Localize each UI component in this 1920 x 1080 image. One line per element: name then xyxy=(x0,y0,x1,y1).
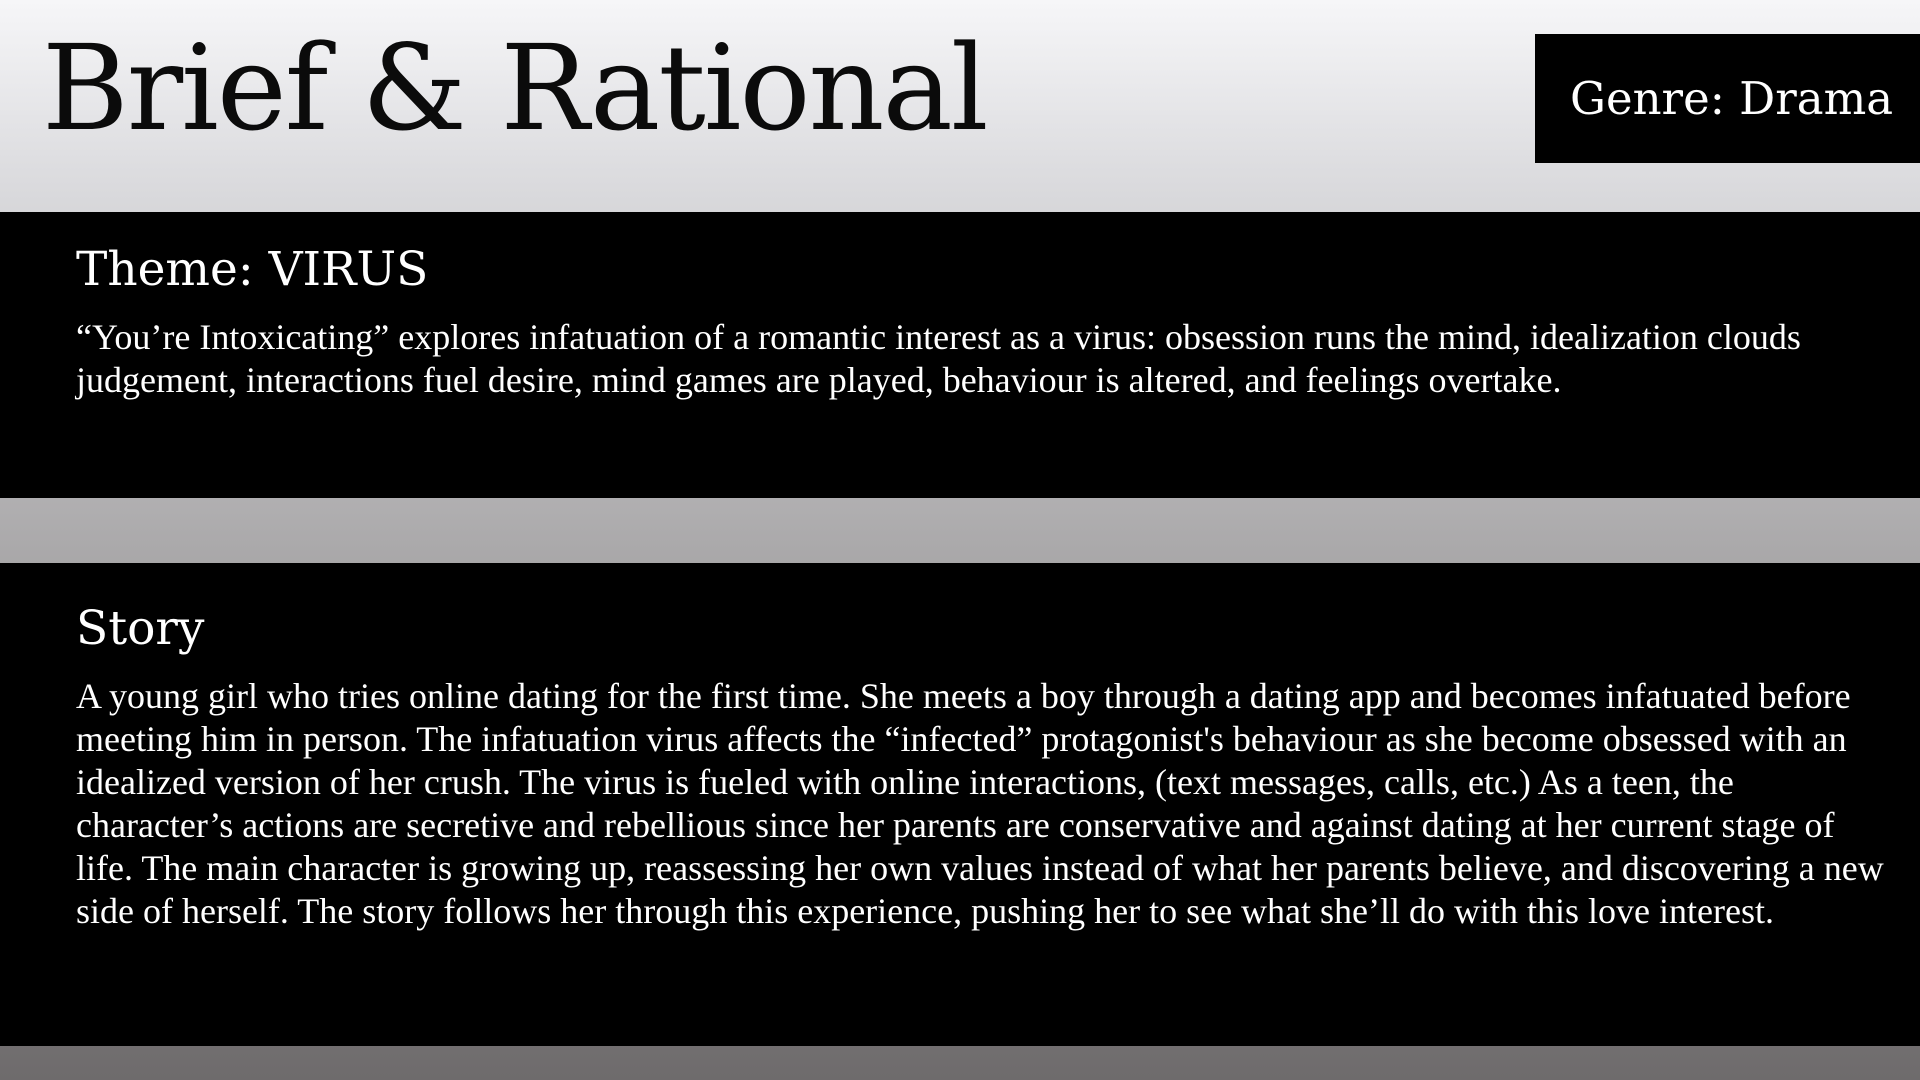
theme-heading: Theme: VIRUS xyxy=(76,242,429,297)
story-body: A young girl who tries online dating for… xyxy=(76,676,1884,932)
theme-body: “You’re Intoxicating” explores infatuati… xyxy=(76,317,1801,401)
story-panel: Story A young girl who tries online dati… xyxy=(0,563,1920,1046)
theme-panel: Theme: VIRUS “You’re Intoxicating” explo… xyxy=(0,212,1920,498)
genre-badge: Genre: Drama xyxy=(1535,34,1920,163)
story-heading: Story xyxy=(76,601,205,656)
genre-label: Genre: Drama xyxy=(1570,72,1894,125)
slide-title: Brief & Rational xyxy=(42,19,989,157)
